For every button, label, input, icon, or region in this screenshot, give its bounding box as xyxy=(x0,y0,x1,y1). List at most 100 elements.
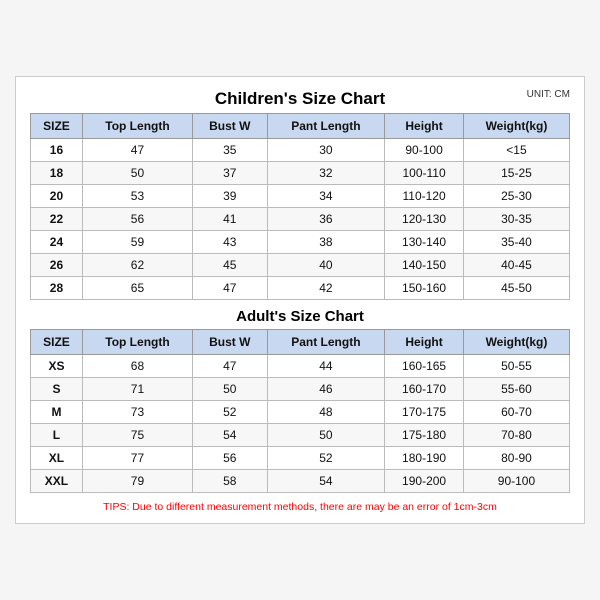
table-cell: 50 xyxy=(82,162,192,185)
table-cell: 58 xyxy=(193,470,268,493)
table-cell: 53 xyxy=(82,185,192,208)
children-col-weight: Weight(kg) xyxy=(463,114,569,139)
table-cell: 16 xyxy=(31,139,83,162)
table-cell: 52 xyxy=(267,447,385,470)
table-cell: 37 xyxy=(193,162,268,185)
table-cell: 48 xyxy=(267,401,385,424)
table-cell: S xyxy=(31,378,83,401)
table-cell: 32 xyxy=(267,162,385,185)
adult-col-weight: Weight(kg) xyxy=(463,330,569,355)
children-col-size: SIZE xyxy=(31,114,83,139)
table-cell: 110-120 xyxy=(385,185,464,208)
table-cell: 70-80 xyxy=(463,424,569,447)
table-cell: 54 xyxy=(193,424,268,447)
table-row: 1647353090-100<15 xyxy=(31,139,570,162)
table-cell: 44 xyxy=(267,355,385,378)
table-row: XXL795854190-20090-100 xyxy=(31,470,570,493)
table-cell: 55-60 xyxy=(463,378,569,401)
size-chart-container: Children's Size Chart UNIT: CM SIZE Top … xyxy=(15,76,585,524)
table-cell: 39 xyxy=(193,185,268,208)
table-cell: 38 xyxy=(267,231,385,254)
table-row: L755450175-18070-80 xyxy=(31,424,570,447)
table-cell: 75 xyxy=(82,424,192,447)
table-cell: 140-150 xyxy=(385,254,464,277)
table-cell: 160-165 xyxy=(385,355,464,378)
table-cell: 68 xyxy=(82,355,192,378)
table-cell: M xyxy=(31,401,83,424)
table-cell: 180-190 xyxy=(385,447,464,470)
table-cell: 22 xyxy=(31,208,83,231)
table-cell: 59 xyxy=(82,231,192,254)
table-row: S715046160-17055-60 xyxy=(31,378,570,401)
adult-col-size: SIZE xyxy=(31,330,83,355)
table-cell: 90-100 xyxy=(463,470,569,493)
table-cell: 77 xyxy=(82,447,192,470)
table-row: 18503732100-11015-25 xyxy=(31,162,570,185)
table-cell: 47 xyxy=(193,277,268,300)
adult-section-title: Adult's Size Chart xyxy=(30,308,570,325)
table-cell: 71 xyxy=(82,378,192,401)
table-cell: 60-70 xyxy=(463,401,569,424)
table-cell: 43 xyxy=(193,231,268,254)
table-cell: 26 xyxy=(31,254,83,277)
table-cell: 46 xyxy=(267,378,385,401)
table-cell: 18 xyxy=(31,162,83,185)
table-cell: 160-170 xyxy=(385,378,464,401)
table-cell: XS xyxy=(31,355,83,378)
table-cell: 79 xyxy=(82,470,192,493)
table-cell: 34 xyxy=(267,185,385,208)
table-row: 22564136120-13030-35 xyxy=(31,208,570,231)
table-cell: 30-35 xyxy=(463,208,569,231)
table-row: 24594338130-14035-40 xyxy=(31,231,570,254)
table-cell: 50-55 xyxy=(463,355,569,378)
unit-label: UNIT: CM xyxy=(527,89,570,100)
table-cell: 65 xyxy=(82,277,192,300)
children-col-bust: Bust W xyxy=(193,114,268,139)
table-cell: 73 xyxy=(82,401,192,424)
table-cell: 40-45 xyxy=(463,254,569,277)
table-row: XS684744160-16550-55 xyxy=(31,355,570,378)
table-cell: 190-200 xyxy=(385,470,464,493)
children-col-top-length: Top Length xyxy=(82,114,192,139)
table-row: 28654742150-16045-50 xyxy=(31,277,570,300)
table-cell: 45-50 xyxy=(463,277,569,300)
table-cell: 120-130 xyxy=(385,208,464,231)
main-title: Children's Size Chart UNIT: CM xyxy=(30,89,570,109)
table-cell: XL xyxy=(31,447,83,470)
table-cell: 56 xyxy=(82,208,192,231)
table-row: XL775652180-19080-90 xyxy=(31,447,570,470)
table-cell: 150-160 xyxy=(385,277,464,300)
table-cell: 130-140 xyxy=(385,231,464,254)
table-cell: 30 xyxy=(267,139,385,162)
table-cell: 36 xyxy=(267,208,385,231)
table-cell: 41 xyxy=(193,208,268,231)
adult-size-table: SIZE Top Length Bust W Pant Length Heigh… xyxy=(30,329,570,493)
table-cell: 50 xyxy=(267,424,385,447)
table-cell: 35-40 xyxy=(463,231,569,254)
table-cell: 20 xyxy=(31,185,83,208)
table-cell: 25-30 xyxy=(463,185,569,208)
table-cell: 100-110 xyxy=(385,162,464,185)
adult-col-height: Height xyxy=(385,330,464,355)
table-cell: 62 xyxy=(82,254,192,277)
table-cell: 24 xyxy=(31,231,83,254)
table-cell: 90-100 xyxy=(385,139,464,162)
table-cell: L xyxy=(31,424,83,447)
tips-text: TIPS: Due to different measurement metho… xyxy=(30,501,570,513)
table-row: 20533934110-12025-30 xyxy=(31,185,570,208)
children-title-text: Children's Size Chart xyxy=(215,89,385,108)
table-cell: 175-180 xyxy=(385,424,464,447)
children-header-row: SIZE Top Length Bust W Pant Length Heigh… xyxy=(31,114,570,139)
table-cell: 50 xyxy=(193,378,268,401)
table-cell: <15 xyxy=(463,139,569,162)
table-cell: 170-175 xyxy=(385,401,464,424)
table-cell: 47 xyxy=(193,355,268,378)
table-row: M735248170-17560-70 xyxy=(31,401,570,424)
adult-col-top-length: Top Length xyxy=(82,330,192,355)
table-cell: 47 xyxy=(82,139,192,162)
children-size-table: SIZE Top Length Bust W Pant Length Heigh… xyxy=(30,113,570,300)
table-cell: 42 xyxy=(267,277,385,300)
table-cell: 15-25 xyxy=(463,162,569,185)
table-cell: 28 xyxy=(31,277,83,300)
table-cell: 80-90 xyxy=(463,447,569,470)
